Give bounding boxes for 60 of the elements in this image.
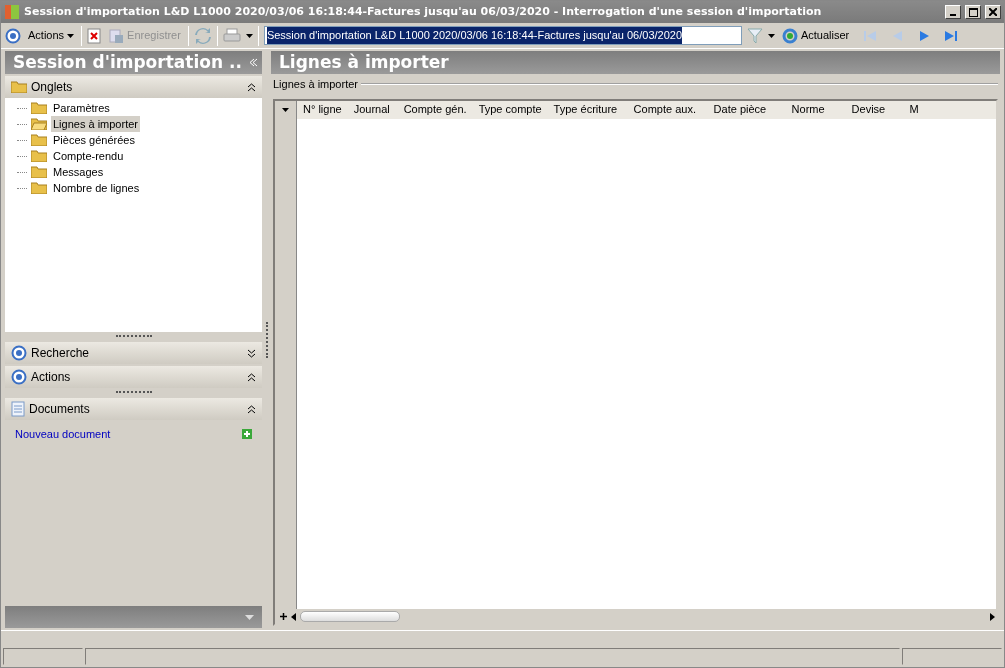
panel-title: Session d'importation .. bbox=[13, 50, 243, 74]
folder-icon bbox=[31, 182, 47, 194]
caret-icon[interactable] bbox=[767, 33, 775, 38]
folder-icon bbox=[31, 102, 47, 114]
folder-icon bbox=[31, 166, 47, 178]
expand-icon[interactable] bbox=[247, 348, 256, 358]
group-label: Lignes à importer bbox=[273, 77, 358, 92]
section-header[interactable]: Actions bbox=[5, 366, 262, 388]
page-title: Lignes à importer bbox=[271, 51, 1000, 74]
delete-icon[interactable] bbox=[87, 27, 102, 44]
minimize-button[interactable] bbox=[945, 5, 961, 19]
tree-item[interactable]: Pièces générées bbox=[51, 131, 137, 149]
save-icon bbox=[108, 27, 125, 44]
column-header[interactable]: M bbox=[903, 101, 925, 118]
radio-icon bbox=[11, 369, 27, 385]
column-header[interactable]: Devise bbox=[845, 101, 904, 118]
radio-icon bbox=[5, 27, 21, 44]
new-document-link[interactable]: Nouveau document bbox=[15, 426, 111, 443]
section-header[interactable]: Recherche bbox=[5, 342, 262, 364]
column-header[interactable]: Compte aux. bbox=[627, 101, 708, 118]
column-header[interactable]: Date pièce bbox=[707, 101, 786, 118]
column-header[interactable]: Norme bbox=[785, 101, 846, 118]
folder-icon bbox=[31, 118, 47, 130]
tree-item[interactable]: Nombre de lignes bbox=[51, 179, 142, 197]
collapse-icon[interactable] bbox=[247, 372, 256, 382]
app-icon bbox=[4, 4, 20, 20]
document-icon bbox=[11, 401, 25, 417]
column-header[interactable]: Compte gén. bbox=[397, 101, 473, 118]
scrollbar-thumb[interactable] bbox=[300, 611, 400, 622]
caret-icon[interactable] bbox=[245, 33, 253, 38]
close-icon bbox=[989, 8, 997, 16]
add-icon[interactable] bbox=[279, 612, 288, 621]
scroll-left-icon[interactable] bbox=[290, 612, 298, 621]
window-title: Session d'importation L&D L1000 2020/03/06 16:18:44-Factures jusqu'au 06/03/2020 - Interrogation d'une session d'importation bbox=[24, 3, 823, 20]
caret-icon[interactable] bbox=[282, 107, 289, 112]
tree-item[interactable]: Compte-rendu bbox=[51, 147, 126, 165]
close-button[interactable] bbox=[985, 5, 1001, 19]
collapse-icon[interactable] bbox=[247, 82, 256, 92]
maximize-icon bbox=[968, 7, 978, 17]
column-header[interactable]: Type compte bbox=[472, 101, 548, 118]
radio-icon bbox=[11, 345, 27, 361]
section-header[interactable]: Documents bbox=[5, 398, 262, 420]
scroll-right-icon[interactable] bbox=[988, 612, 996, 621]
caret-icon bbox=[67, 33, 75, 38]
folder-icon bbox=[11, 81, 27, 93]
collapse-icon[interactable] bbox=[247, 404, 256, 414]
refresh-button[interactable]: Actualiser bbox=[779, 27, 852, 44]
column-header[interactable]: N° ligne bbox=[297, 101, 348, 118]
column-header[interactable]: Journal bbox=[347, 101, 398, 118]
folder-icon bbox=[31, 150, 47, 162]
tree-item[interactable]: Lignes à importer bbox=[51, 115, 140, 133]
actions-menu[interactable]: Actions bbox=[26, 27, 77, 44]
tree-item[interactable]: Messages bbox=[51, 163, 106, 181]
section-header[interactable]: Onglets bbox=[5, 76, 262, 98]
refresh-icon bbox=[781, 27, 798, 44]
record-field[interactable]: Session d'importation L&D L1000 2020/03/06 16:18:44-Factures jusqu'au 06/03/2020 bbox=[263, 26, 742, 45]
maximize-button[interactable] bbox=[965, 5, 981, 19]
tree-item[interactable]: Paramètres bbox=[51, 99, 112, 117]
column-header[interactable]: Type écriture bbox=[547, 101, 628, 118]
folder-icon bbox=[31, 134, 47, 146]
